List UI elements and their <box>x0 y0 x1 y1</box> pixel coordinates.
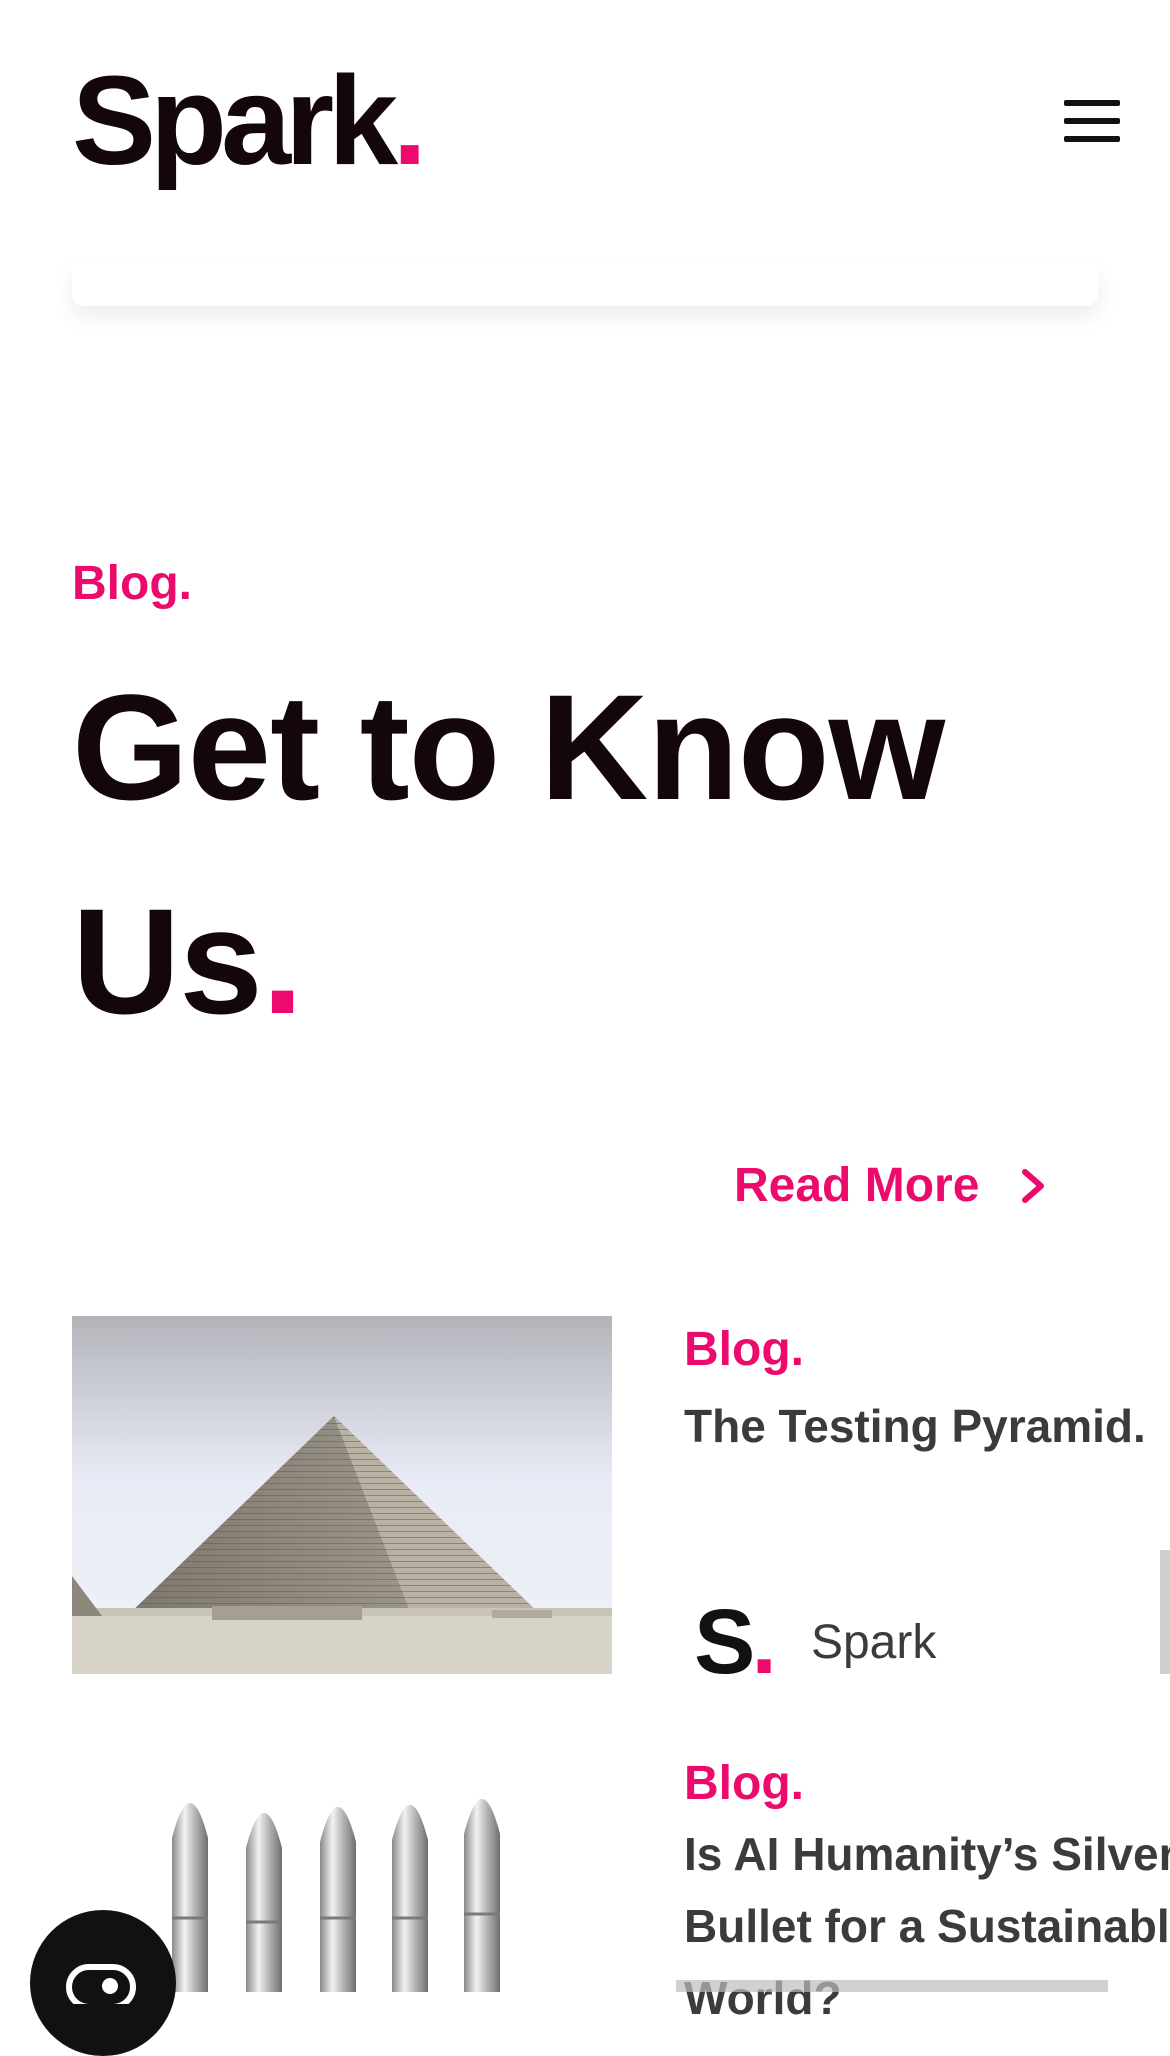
hamburger-menu-icon[interactable] <box>1064 100 1120 142</box>
bottom-overlay-bar <box>676 1980 1108 1992</box>
post-title-link[interactable]: Is AI Humanity’s Silver Bullet for a Sus… <box>684 1818 1170 2034</box>
author-dot: . <box>751 1591 776 1693</box>
heading-line-1: Get to Know <box>72 663 945 831</box>
heading-line-2-text: Us <box>72 877 263 1045</box>
heading-dot: . <box>261 877 304 1045</box>
chevron-right-icon <box>1022 1168 1045 1203</box>
section-eyebrow: Blog. <box>72 557 192 610</box>
chat-icon <box>66 1964 136 2004</box>
pyramid-thumbnail[interactable] <box>72 1316 612 1674</box>
read-more-label: Read More <box>734 1159 980 1212</box>
chat-bubble-button[interactable] <box>30 1910 176 2056</box>
logo-text: Spark <box>72 50 398 191</box>
post-category: Blog. <box>684 1323 804 1376</box>
post-category: Blog. <box>684 1757 804 1810</box>
heading-line-2: Us. <box>72 854 1122 1068</box>
author-initial: S <box>694 1591 755 1693</box>
section-heading: Get to Know Us. <box>72 640 1122 1068</box>
read-more-link[interactable]: Read More <box>734 1158 1049 1213</box>
post-author: S. Spark <box>694 1590 936 1695</box>
carousel-edge <box>1160 1550 1170 1674</box>
logo-dot: . <box>392 50 427 191</box>
author-name: Spark <box>810 1616 937 1669</box>
pyramid-image <box>72 1316 612 1674</box>
header-card <box>72 264 1098 306</box>
post-title-link[interactable]: The Testing Pyramid. <box>684 1390 1146 1462</box>
author-avatar: S. <box>694 1590 777 1695</box>
spark-logo[interactable]: Spark. <box>72 58 427 184</box>
